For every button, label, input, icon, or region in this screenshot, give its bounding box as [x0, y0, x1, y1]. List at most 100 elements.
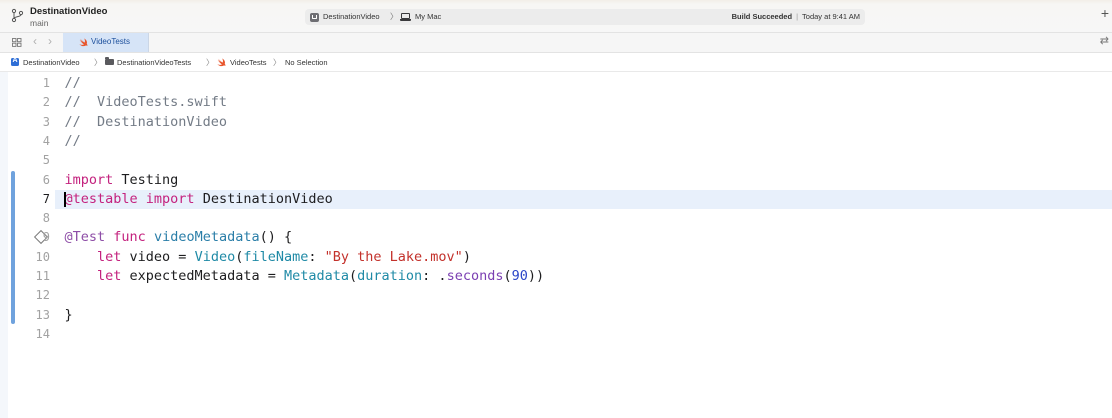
code-line[interactable]: 1 //: [0, 74, 1112, 93]
code-text[interactable]: import Testing: [65, 171, 179, 190]
line-number: 9: [42, 230, 50, 245]
split-editor-arrows-icon[interactable]: ⇄: [1100, 34, 1109, 47]
code-text[interactable]: // DestinationVideo: [65, 113, 228, 132]
breadcrumb-project[interactable]: DestinationVideo: [23, 58, 80, 67]
text-cursor: [64, 192, 66, 207]
code-token: videoMetadata: [153, 229, 260, 246]
code-token: seconds: [446, 268, 504, 284]
code-text[interactable]: let video = Video(fileName: "By the Lake…: [65, 248, 471, 267]
code-token: expectedMetadata =: [121, 268, 284, 284]
forward-chevron-icon[interactable]: ›: [48, 34, 52, 48]
swift-file-icon: [217, 58, 226, 67]
jump-bar: DestinationVideo 〉 DestinationVideoTests…: [0, 53, 1112, 72]
build-status-separator: |: [796, 12, 799, 21]
line-number: 13: [35, 307, 50, 322]
swift-file-icon: [79, 38, 88, 47]
code-text[interactable]: }: [65, 306, 73, 325]
code-line[interactable]: 14: [0, 325, 1112, 344]
code-line[interactable]: 8: [0, 209, 1112, 228]
tab-bar: ‹ › VideoTests ⇄: [0, 33, 1112, 53]
line-number: 3: [42, 114, 50, 129]
code-token: @testable: [64, 190, 138, 207]
window-titlebar: DestinationVideo main DestinationVideo 〉…: [0, 0, 1112, 33]
code-line[interactable]: 13}: [0, 306, 1112, 325]
chevron-right-icon: 〉: [390, 12, 398, 21]
code-line[interactable]: 4 //: [0, 132, 1112, 151]
code-token: duration: [357, 268, 423, 284]
code-token: (: [503, 268, 512, 284]
branch-icon[interactable]: [11, 8, 24, 23]
code-token: let: [97, 248, 122, 265]
code-token: DestinationVideo: [194, 190, 333, 207]
code-line[interactable]: 7 @testable import DestinationVideo: [0, 190, 1112, 209]
code-token: //: [64, 132, 81, 149]
scheme-selector[interactable]: DestinationVideo: [323, 12, 380, 21]
project-title[interactable]: DestinationVideo: [30, 6, 107, 17]
code-line[interactable]: 5: [0, 151, 1112, 170]
code-text[interactable]: // VideoTests.swift: [65, 93, 228, 112]
branch-name[interactable]: main: [30, 18, 48, 28]
code-token: "By the Lake.mov": [324, 248, 463, 265]
code-token: Video: [194, 248, 236, 265]
code-text[interactable]: let expectedMetadata = Metadata(duration…: [65, 267, 545, 286]
code-line[interactable]: 2 // VideoTests.swift: [0, 93, 1112, 112]
code-token: () {: [259, 229, 293, 246]
line-number: 4: [42, 133, 50, 148]
line-number: 12: [35, 288, 50, 303]
line-number: 11: [35, 269, 50, 283]
chevron-right-icon: 〉: [273, 58, 281, 67]
code-token: func: [113, 229, 146, 246]
breadcrumb-group[interactable]: DestinationVideoTests: [117, 58, 191, 67]
code-token: :: [308, 248, 325, 265]
run-destination-selector[interactable]: My Mac: [415, 12, 441, 21]
laptop-icon: [400, 13, 411, 21]
code-token: 90: [511, 268, 528, 284]
folder-icon: [105, 57, 114, 65]
tab-label: VideoTests: [91, 37, 130, 46]
code-line[interactable]: 3 // DestinationVideo: [0, 113, 1112, 132]
code-line[interactable]: 12: [0, 286, 1112, 305]
project-icon: [11, 57, 19, 66]
line-number: 2: [42, 95, 50, 110]
chevron-right-icon: 〉: [94, 58, 102, 67]
plus-icon[interactable]: +: [1101, 6, 1109, 20]
code-token: : .: [422, 268, 447, 284]
code-token: import: [145, 190, 195, 207]
activity-viewer: DestinationVideo 〉 My Mac Build Succeede…: [305, 9, 865, 25]
line-number: 14: [35, 326, 50, 341]
code-line[interactable]: 9 @Test func videoMetadata() {: [0, 228, 1112, 247]
code-token: //: [64, 75, 81, 91]
code-line[interactable]: 6 import Testing: [0, 171, 1112, 190]
code-token: Metadata: [283, 268, 349, 284]
source-editor[interactable]: 1 // 2 // VideoTests.swift 3 // DestinationVi…: [0, 72, 1112, 418]
code-token: Testing: [113, 171, 179, 188]
code-token: // VideoTests.swift: [64, 94, 228, 111]
code-text[interactable]: //: [65, 132, 81, 151]
breadcrumb-file[interactable]: VideoTests: [230, 58, 267, 67]
line-number: 8: [42, 211, 50, 226]
related-items-grid-icon[interactable]: [12, 38, 22, 47]
code-token: @Test: [64, 229, 106, 246]
code-text[interactable]: @Test func videoMetadata() {: [65, 228, 293, 247]
tab-videotests[interactable]: VideoTests: [63, 33, 149, 52]
code-line[interactable]: 11 let expectedMetadata = Metadata(durat…: [0, 267, 1112, 286]
code-text[interactable]: @testable import DestinationVideo: [65, 190, 333, 209]
code-line[interactable]: 10 let video = Video(fileName: "By the L…: [0, 248, 1112, 267]
code-token: ): [462, 248, 471, 265]
code-token: let: [97, 268, 122, 284]
scheme-app-icon: [310, 12, 319, 22]
line-number: 5: [42, 153, 50, 168]
line-number: 1: [42, 76, 50, 90]
code-token: // DestinationVideo: [64, 113, 228, 130]
code-token: (: [349, 268, 358, 284]
code-token: )): [527, 268, 545, 284]
breadcrumb-selection[interactable]: No Selection: [285, 58, 328, 67]
back-chevron-icon[interactable]: ‹: [33, 34, 37, 48]
line-number: 6: [42, 172, 50, 187]
code-text[interactable]: //: [65, 74, 81, 93]
code-token: video =: [121, 248, 195, 265]
